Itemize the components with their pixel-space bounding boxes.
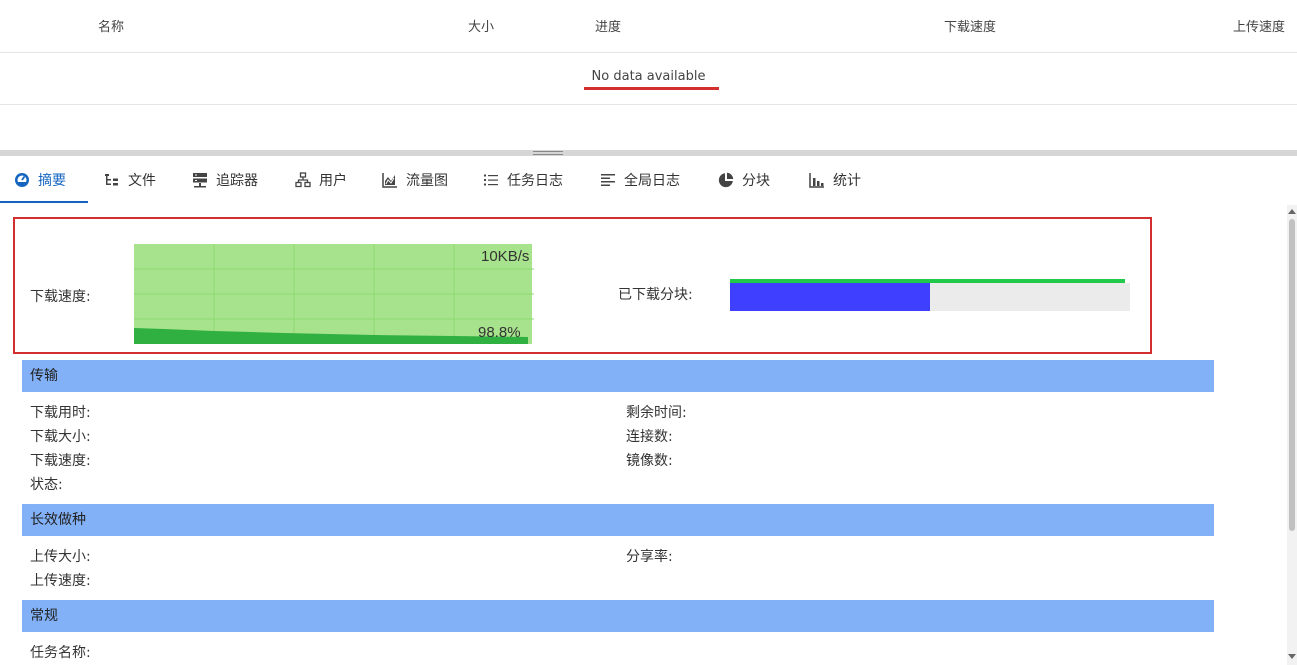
tab-files[interactable]: 文件	[104, 157, 156, 203]
column-header-progress[interactable]: 进度	[595, 16, 621, 35]
download-speed-graph: 10KB/s 98.8%	[134, 244, 534, 348]
field-task-name: 任务名称:	[30, 645, 91, 661]
section-header-general: 常规	[22, 600, 1214, 632]
downloaded-pieces-bar	[730, 279, 1130, 311]
align-left-icon	[600, 172, 616, 188]
field-connections: 连接数:	[626, 429, 673, 445]
table-header: 名称 大小 进度 下载速度 上传速度	[0, 0, 1297, 53]
tab-task-log[interactable]: 任务日志	[483, 157, 563, 203]
field-share-ratio: 分享率:	[626, 549, 673, 565]
graph-max-label: 10KB/s	[481, 248, 529, 265]
downloaded-pieces-label: 已下载分块:	[618, 287, 693, 303]
file-tree-icon	[104, 172, 120, 188]
tab-label: 追踪器	[216, 173, 258, 189]
task-table: 名称 大小 进度 下载速度 上传速度 No data available	[0, 0, 1297, 150]
panel-scrollbar[interactable]	[1287, 205, 1297, 665]
tab-trackers[interactable]: 追踪器	[192, 157, 258, 203]
pie-icon	[718, 172, 734, 188]
field-download-speed: 下载速度:	[30, 453, 91, 469]
column-header-size[interactable]: 大小	[468, 16, 494, 35]
tab-traffic-graph[interactable]: 流量图	[382, 157, 448, 203]
section-header-transfer: 传输	[22, 360, 1214, 392]
area-chart-icon	[382, 172, 398, 188]
summary-panel: 下载速度: 10KB/s 98.8% 已下载分块: 传输 下载用时: 下载大小:…	[0, 205, 1286, 665]
tab-peers[interactable]: 用户	[295, 157, 347, 203]
pieces-bar-fill	[730, 283, 930, 311]
tab-label: 流量图	[406, 173, 448, 189]
tab-label: 摘要	[38, 173, 66, 189]
tab-label: 用户	[319, 173, 347, 189]
tab-global-log[interactable]: 全局日志	[600, 157, 680, 203]
detail-tabs: 摘要 文件 追踪器 用户 流量图 任务日志 全局日志 分块 统计	[0, 157, 1297, 204]
network-icon	[295, 172, 311, 188]
speed-overview-box: 下载速度: 10KB/s 98.8% 已下载分块:	[13, 217, 1152, 354]
tab-label: 分块	[742, 173, 770, 189]
field-upload-size: 上传大小:	[30, 549, 91, 565]
field-download-time: 下载用时:	[30, 405, 91, 421]
column-header-name[interactable]: 名称	[98, 16, 124, 35]
active-tab-indicator	[0, 201, 88, 203]
scrollbar-thumb[interactable]	[1289, 219, 1295, 531]
dashboard-icon	[14, 172, 30, 188]
section-header-seeding: 长效做种	[22, 504, 1214, 536]
annotation-underline	[584, 87, 719, 90]
tab-pieces[interactable]: 分块	[718, 157, 770, 203]
no-data-message: No data available	[591, 69, 706, 84]
list-icon	[483, 172, 499, 188]
tab-statistics[interactable]: 统计	[809, 157, 861, 203]
tab-summary[interactable]: 摘要	[14, 157, 66, 203]
tab-label: 任务日志	[507, 173, 563, 189]
tab-label: 全局日志	[624, 173, 680, 189]
column-header-download-speed[interactable]: 下载速度	[944, 16, 996, 35]
bar-chart-icon	[809, 172, 825, 188]
field-remaining-time: 剩余时间:	[626, 405, 687, 421]
server-icon	[192, 172, 208, 188]
panel-splitter[interactable]	[0, 150, 1297, 156]
scroll-down-arrow-icon[interactable]	[1288, 654, 1296, 659]
tab-label: 文件	[128, 173, 156, 189]
splitter-grip-icon[interactable]	[533, 151, 563, 155]
graph-percent-label: 98.8%	[478, 324, 521, 341]
field-status: 状态:	[30, 477, 63, 493]
empty-row: No data available	[0, 53, 1297, 105]
field-download-size: 下载大小:	[30, 429, 91, 445]
tab-label: 统计	[833, 173, 861, 189]
field-upload-speed: 上传速度:	[30, 573, 91, 589]
column-header-upload-speed[interactable]: 上传速度	[1233, 16, 1285, 35]
field-mirrors: 镜像数:	[626, 453, 673, 469]
scroll-up-arrow-icon[interactable]	[1288, 209, 1296, 214]
download-speed-label: 下载速度:	[30, 289, 91, 305]
